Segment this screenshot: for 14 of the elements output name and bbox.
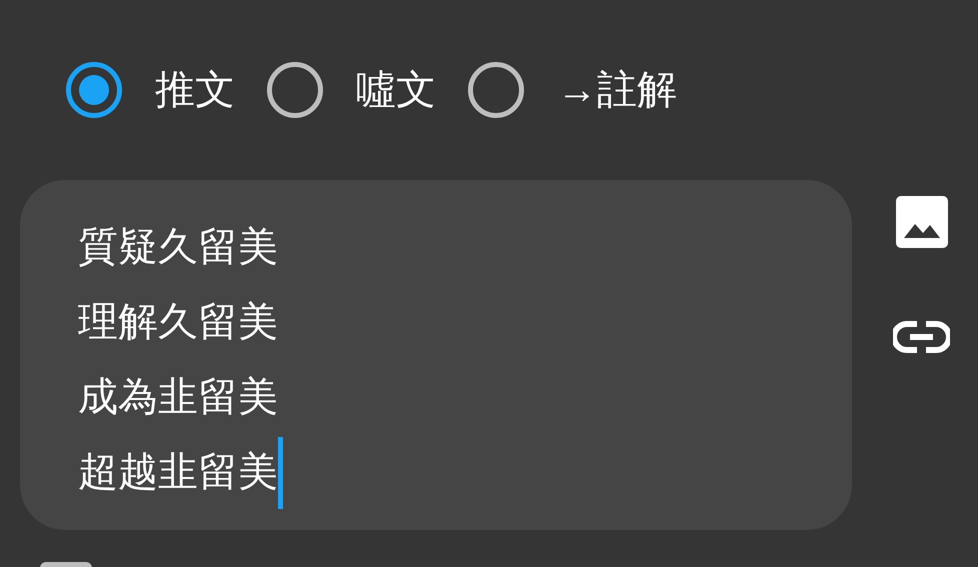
text-line: 超越韭留美 (78, 449, 278, 496)
radio-label[interactable]: 噓文 (356, 60, 436, 120)
radio-button[interactable] (468, 62, 524, 118)
image-icon[interactable] (896, 196, 948, 248)
radio-label[interactable]: →註解 (557, 60, 677, 120)
radio-button[interactable] (267, 62, 323, 118)
text-field[interactable]: 質疑久留美 理解久留美 成為韭留美 超越韭留美 (20, 180, 852, 530)
text-cursor (278, 436, 283, 508)
radio-label[interactable]: 推文 (155, 60, 235, 120)
link-icon[interactable] (893, 320, 950, 354)
text-line: 質疑久留美 (78, 224, 278, 271)
radio-button[interactable] (66, 62, 122, 118)
text-line: 成為韭留美 (78, 374, 278, 421)
text-line: 理解久留美 (78, 299, 278, 346)
